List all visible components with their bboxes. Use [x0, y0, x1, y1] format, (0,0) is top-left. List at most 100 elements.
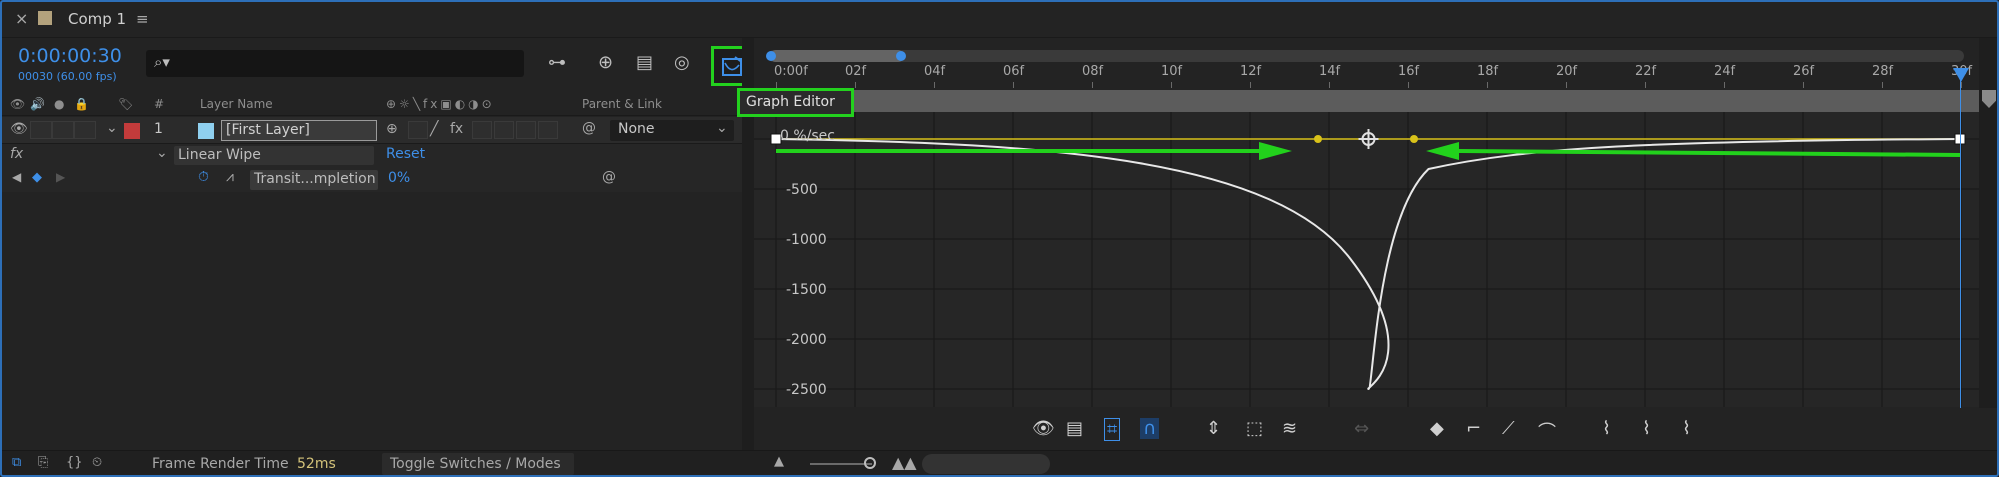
layer-name-header[interactable]: Layer Name — [200, 97, 273, 111]
expand-chevron-icon[interactable]: ⌄ — [106, 120, 118, 136]
ruler-tick-mark — [1487, 82, 1488, 88]
close-tab-button[interactable]: × — [15, 9, 28, 28]
solo-switch-cell[interactable] — [52, 121, 74, 139]
current-time-indicator-line[interactable] — [1960, 70, 1961, 408]
zoom-slider-thumb[interactable] — [864, 457, 876, 469]
panel-menu-icon[interactable]: ≡ — [136, 10, 149, 28]
transfer-controls-icon[interactable]: ⎘ — [38, 455, 48, 470]
easy-ease-icon[interactable]: ⌇ — [1602, 418, 1611, 439]
work-area-bar[interactable] — [754, 90, 1979, 112]
keyframe-diamond-icon[interactable]: ◆ — [32, 170, 42, 185]
adjustment-switch-cell[interactable] — [516, 121, 536, 139]
solo-switch-icon[interactable]: ● — [54, 97, 64, 111]
property-name[interactable]: Transit...mpletion — [254, 171, 376, 187]
zoom-slider-track[interactable] — [810, 463, 872, 465]
stopwatch-icon[interactable]: ⏱ — [198, 169, 209, 185]
expression-pick-whip-icon[interactable]: @ — [602, 169, 616, 185]
ruler-tick-label: 26f — [1793, 64, 1815, 79]
ruler-tick-mark — [1250, 82, 1251, 88]
label-tag-icon[interactable]: 🏷 — [118, 97, 133, 111]
ruler-tick-label: 04f — [924, 64, 946, 79]
collapse-switch-cell[interactable] — [408, 121, 428, 139]
motion-blur-switch-cell[interactable] — [494, 121, 514, 139]
previous-keyframe-icon[interactable]: ◀ — [12, 170, 21, 184]
shy-switch-icon[interactable]: ⊕ — [386, 121, 398, 137]
draft-3d-icon[interactable]: ⊕ — [598, 52, 613, 73]
edit-keyframe-icon[interactable]: ◆ — [1430, 418, 1444, 439]
linear-keyframe-icon[interactable]: ⟋ — [1502, 418, 1515, 439]
frame-blending-icon[interactable]: ▤ — [636, 52, 653, 73]
hold-keyframe-icon[interactable]: ⌐ — [1466, 418, 1481, 439]
fit-selection-icon[interactable]: ⬚ — [1246, 418, 1263, 439]
easy-ease-in-icon[interactable]: ⌇ — [1642, 418, 1651, 439]
graph-options-icon[interactable]: ▤ — [1066, 418, 1083, 439]
time-navigator-thumb[interactable] — [770, 50, 904, 62]
ruler-tick-label: 14f — [1319, 64, 1341, 79]
ruler-tick-mark — [1329, 82, 1330, 88]
lock-switch-cell[interactable] — [74, 121, 96, 139]
3d-switch-cell[interactable] — [538, 121, 558, 139]
render-time-icon[interactable]: ⏲ — [92, 455, 102, 470]
expand-chevron-icon[interactable]: ⌄ — [156, 145, 168, 161]
layer-visibility-icon[interactable]: 👁 — [10, 121, 28, 137]
parent-selected-value: None — [618, 121, 655, 137]
toggle-switches-modes-button[interactable]: Toggle Switches / Modes — [382, 453, 574, 475]
snapping-icon[interactable]: ∩ — [1140, 418, 1160, 439]
vertical-scrollbar[interactable] — [1979, 38, 1999, 408]
quality-switch-icon[interactable]: ╱ — [430, 121, 438, 137]
effects-switch-icon[interactable]: fx — [450, 121, 463, 137]
pick-whip-icon[interactable]: @ — [582, 120, 596, 136]
effect-name-cell: Linear Wipe — [174, 146, 374, 165]
effect-name[interactable]: Linear Wipe — [178, 147, 261, 163]
ruler-tick-mark — [1566, 82, 1567, 88]
speed-graph[interactable] — [754, 112, 1979, 407]
separate-dimensions-icon[interactable]: ⇔ — [1354, 418, 1369, 439]
audio-switch-icon[interactable]: 🔊 — [30, 97, 45, 111]
graph-editor-area[interactable] — [754, 112, 1979, 407]
layer-row[interactable]: 👁 ⌄ 1 [First Layer] ⊕ ╱ fx @ None ⌄ — [0, 117, 742, 144]
show-properties-eye-icon[interactable]: 👁 — [1032, 418, 1055, 439]
graph-toggle-icon[interactable]: ⩘ — [226, 169, 234, 185]
layer-controls-icon[interactable]: ⧉ — [12, 455, 21, 470]
horizontal-scrollbar[interactable] — [922, 454, 1050, 474]
zoom-out-icon[interactable]: ▲ — [774, 454, 784, 469]
fit-all-graphs-icon[interactable]: ≋ — [1282, 418, 1297, 439]
layer-column-headers: 👁 🔊 ● 🔒 🏷 # Layer Name ⊕☼╲fx▣◐◑⊙ Parent … — [0, 92, 742, 116]
ruler-tick-label: 28f — [1872, 64, 1894, 79]
auto-bezier-icon[interactable]: ⌒ — [1538, 418, 1556, 444]
property-value[interactable]: 0% — [388, 170, 410, 186]
zoom-handle-icon[interactable] — [1982, 90, 1996, 108]
ruler-tick-mark — [1724, 82, 1725, 88]
video-switch-icon[interactable]: 👁 — [10, 97, 25, 111]
parent-dropdown[interactable]: None ⌄ — [610, 120, 734, 141]
in-out-controls-icon[interactable]: {} — [66, 455, 83, 470]
transform-box-icon[interactable]: ⌗ — [1104, 418, 1121, 441]
fx-icon: fx — [10, 146, 24, 162]
current-time-indicator-head[interactable] — [1953, 68, 1969, 82]
reset-effect-link[interactable]: Reset — [386, 146, 425, 162]
motion-blur-icon[interactable]: ◎ — [674, 52, 690, 73]
auto-zoom-height-icon[interactable]: ⇕ — [1206, 418, 1221, 439]
frame-count-display: 00030 (60.00 fps) — [18, 70, 117, 83]
frame-blend-switch-cell[interactable] — [472, 121, 492, 139]
layer-name-field[interactable]: [First Layer] — [221, 120, 377, 141]
navigator-start-handle[interactable] — [766, 51, 776, 61]
ruler-tick-mark — [1408, 82, 1409, 88]
next-keyframe-icon[interactable]: ▶ — [56, 170, 65, 184]
influence-handle-dot — [1410, 135, 1418, 143]
layer-search-input[interactable]: ⌕▾ — [146, 50, 524, 77]
current-time-display[interactable]: 0:00:00:30 — [18, 45, 122, 67]
graph-y-label: -500 — [786, 182, 818, 198]
navigator-end-handle[interactable] — [896, 51, 906, 61]
audio-switch-cell[interactable] — [30, 121, 52, 139]
tab-comp-1[interactable]: Comp 1 — [68, 10, 126, 28]
easy-ease-out-icon[interactable]: ⌇ — [1682, 418, 1691, 439]
parent-link-header[interactable]: Parent & Link — [582, 97, 662, 111]
zoom-in-icon[interactable]: ▲▲ — [892, 453, 917, 472]
time-navigator[interactable] — [768, 50, 1964, 62]
lock-switch-icon[interactable]: 🔒 — [74, 97, 89, 111]
composition-mini-flowchart-icon[interactable]: ⊶ — [548, 52, 566, 73]
layer-label-color[interactable] — [124, 123, 140, 139]
ruler-tick-label: 20f — [1556, 64, 1578, 79]
graph-y-label: -2500 — [786, 382, 827, 398]
